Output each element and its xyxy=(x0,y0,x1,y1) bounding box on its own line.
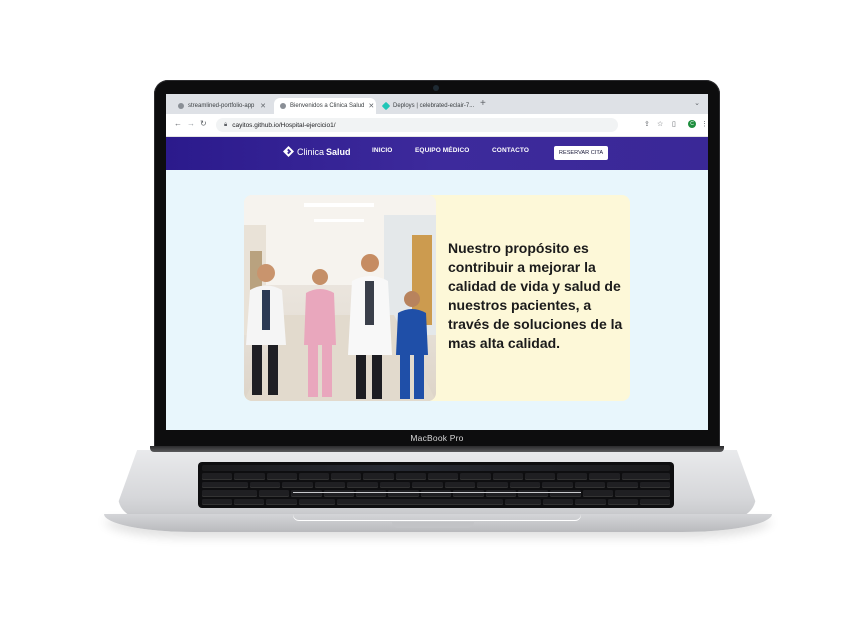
reservar-cita-button[interactable]: RESERVAR CITA xyxy=(554,146,608,160)
laptop-hinge xyxy=(150,446,724,452)
touch-bar xyxy=(202,465,670,471)
tab-title: Bienvenidos a Clinica Salud xyxy=(290,103,365,109)
hero-card: Nuestro propósito es contribuir a mejora… xyxy=(244,195,630,401)
website: Clinica Salud INICIO EQUIPO MÉDICO CONTA… xyxy=(166,137,708,430)
nav-link-inicio[interactable]: INICIO xyxy=(372,147,392,154)
laptop-lid: streamlined-portfolio-app ✕ Bienvenidos … xyxy=(154,80,720,448)
camera xyxy=(433,85,439,91)
browser-toolbar: ← → ↻ 🔒︎ cayitos.github.io/Hospital-ejer… xyxy=(166,114,708,137)
browser-tab-active[interactable]: Bienvenidos a Clinica Salud ✕ xyxy=(274,98,376,114)
clinic-logo-icon xyxy=(283,146,294,157)
laptop-screen: streamlined-portfolio-app ✕ Bienvenidos … xyxy=(166,94,708,430)
browser-tab-strip: streamlined-portfolio-app ✕ Bienvenidos … xyxy=(166,94,708,114)
tab-title: streamlined-portfolio-app xyxy=(188,103,255,109)
site-navbar: Clinica Salud INICIO EQUIPO MÉDICO CONTA… xyxy=(166,137,708,170)
globe-icon xyxy=(280,103,286,109)
laptop-model-label: MacBook Pro xyxy=(410,433,464,443)
netlify-icon xyxy=(381,101,391,111)
globe-icon xyxy=(178,103,184,109)
new-tab-icon[interactable]: + xyxy=(480,98,486,109)
url-text: cayitos.github.io/Hospital-ejercicio1/ xyxy=(232,121,336,129)
tab-title: Deploys | celebrated-eclair-7... xyxy=(393,103,475,109)
medical-team-photo xyxy=(244,195,436,401)
chevron-down-icon[interactable]: ⌄ xyxy=(694,99,700,107)
address-bar[interactable]: 🔒︎ cayitos.github.io/Hospital-ejercicio1… xyxy=(216,118,618,132)
close-tab-icon[interactable]: ✕ xyxy=(364,102,374,110)
trackpad xyxy=(293,492,581,520)
key-row xyxy=(202,473,671,480)
nav-link-contacto[interactable]: CONTACTO xyxy=(492,147,529,154)
site-logo[interactable]: Clinica Salud xyxy=(283,146,351,157)
brand-name-bold: Salud xyxy=(326,146,351,157)
sidepanel-icon[interactable]: ▯ xyxy=(672,120,676,128)
close-tab-icon[interactable]: ✕ xyxy=(256,102,266,110)
browser-tab[interactable]: streamlined-portfolio-app ✕ xyxy=(172,98,272,114)
avatar[interactable]: C xyxy=(688,120,696,128)
lock-icon: 🔒︎ xyxy=(224,121,228,128)
more-menu-icon[interactable]: ⋮ xyxy=(701,120,708,128)
star-icon[interactable]: ☆ xyxy=(657,120,663,128)
forward-icon[interactable]: → xyxy=(187,119,195,128)
brand-name-regular: Clinica xyxy=(297,146,325,157)
key-row xyxy=(202,481,671,488)
back-icon[interactable]: ← xyxy=(174,119,182,128)
share-icon[interactable]: ⇪ xyxy=(644,120,650,128)
laptop-notch xyxy=(392,522,474,528)
reload-icon[interactable]: ↻ xyxy=(200,119,207,128)
nav-link-equipo-medico[interactable]: EQUIPO MÉDICO xyxy=(415,147,469,154)
hero-statement: Nuestro propósito es contribuir a mejora… xyxy=(448,240,623,351)
browser-tab[interactable]: Deploys | celebrated-eclair-7... ✕ xyxy=(377,98,477,114)
close-tab-icon[interactable]: ✕ xyxy=(474,102,477,110)
